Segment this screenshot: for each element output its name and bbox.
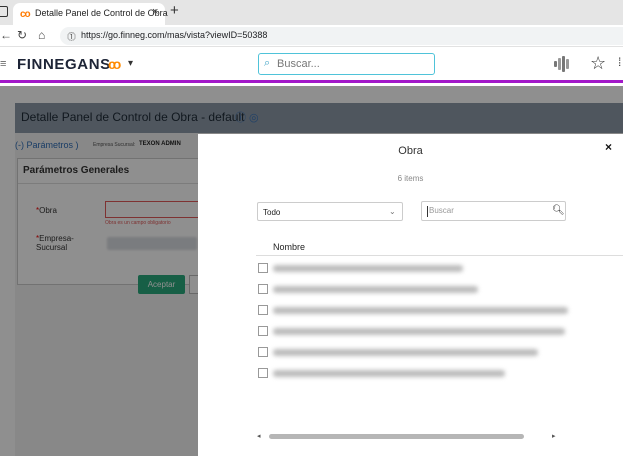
row-checkbox[interactable] — [258, 284, 268, 294]
brand-dropdown-icon[interactable]: ▾ — [128, 58, 133, 69]
modal-search-placeholder: Buscar — [429, 206, 454, 215]
row-checkbox[interactable] — [258, 305, 268, 315]
modal-close-icon[interactable]: × — [605, 140, 612, 154]
new-tab-button[interactable]: + — [170, 2, 179, 19]
scrollbar-thumb[interactable] — [269, 434, 524, 439]
url-bar[interactable]: ⓵ https://go.finneg.com/mas/vista?viewID… — [60, 27, 623, 45]
list-item[interactable] — [258, 282, 623, 297]
row-name-redacted — [273, 307, 568, 314]
finnegans-favicon-icon: co — [20, 9, 31, 20]
row-name-redacted — [273, 286, 478, 293]
url-text: https://go.finneg.com/mas/vista?viewID=5… — [81, 30, 268, 40]
row-name-redacted — [273, 265, 463, 272]
row-checkbox[interactable] — [258, 368, 268, 378]
filter-select-value: Todo — [263, 208, 281, 217]
favorite-star-icon[interactable]: ☆ — [590, 53, 606, 74]
menu-icon[interactable]: ≡ — [0, 58, 6, 70]
search-placeholder: Buscar... — [277, 58, 320, 70]
row-checkbox[interactable] — [258, 326, 268, 336]
list-item[interactable] — [258, 261, 623, 276]
app-header: ≡ FINNEGANS co ▾ ⌕ Buscar... ☆ ⁞ — [0, 47, 623, 83]
obra-lookup-modal: Obra × 6 items Todo ⌄ Buscar 🔍︎ Nombre ◂… — [198, 134, 623, 456]
search-icon: ⌕ — [264, 57, 271, 69]
voice-icon[interactable] — [552, 56, 572, 72]
text-cursor — [427, 206, 428, 217]
browser-tab-strip: co Detalle Panel de Control de Obra × + — [0, 0, 623, 25]
scroll-left-icon[interactable]: ◂ — [257, 432, 261, 440]
row-name-redacted — [273, 349, 538, 356]
list-item[interactable] — [258, 366, 623, 381]
filter-select[interactable]: Todo ⌄ — [257, 202, 403, 221]
global-search-input[interactable]: ⌕ Buscar... — [258, 53, 435, 75]
tab-title: Detalle Panel de Control de Obra — [35, 8, 168, 18]
list-item[interactable] — [258, 345, 623, 360]
list-item[interactable] — [258, 324, 623, 339]
address-bar-row: ← ↻ ⌂ ⓵ https://go.finneg.com/mas/vista?… — [0, 25, 623, 47]
screen: co Detalle Panel de Control de Obra × + … — [0, 0, 623, 456]
row-name-redacted — [273, 370, 505, 377]
row-checkbox[interactable] — [258, 263, 268, 273]
site-info-icon[interactable]: ⓵ — [67, 30, 76, 43]
chevron-down-icon: ⌄ — [389, 207, 396, 216]
browser-tab[interactable]: co Detalle Panel de Control de Obra × — [13, 3, 168, 25]
modal-title: Obra — [398, 145, 423, 157]
extension-icon[interactable]: ⁞ — [618, 55, 621, 69]
row-name-redacted — [273, 328, 565, 335]
back-icon[interactable]: ← — [0, 28, 12, 42]
modal-search-input[interactable]: Buscar 🔍︎ — [421, 201, 566, 221]
window-menu-icon[interactable] — [0, 6, 8, 17]
reload-icon[interactable]: ↻ — [17, 28, 27, 42]
home-icon[interactable]: ⌂ — [38, 28, 45, 42]
brand-logo-icon: co — [108, 56, 121, 72]
modal-item-count: 6 items — [397, 174, 424, 183]
header-divider — [256, 255, 623, 256]
brand-name: FINNEGANS — [17, 56, 111, 73]
column-header-nombre[interactable]: Nombre — [273, 242, 305, 252]
row-checkbox[interactable] — [258, 347, 268, 357]
horizontal-scrollbar[interactable]: ◂ ▸ — [257, 432, 559, 442]
list-item[interactable] — [258, 303, 623, 318]
search-icon[interactable]: 🔍︎ — [552, 205, 565, 216]
tab-close-icon[interactable]: × — [152, 6, 158, 18]
scroll-right-icon[interactable]: ▸ — [552, 432, 556, 440]
